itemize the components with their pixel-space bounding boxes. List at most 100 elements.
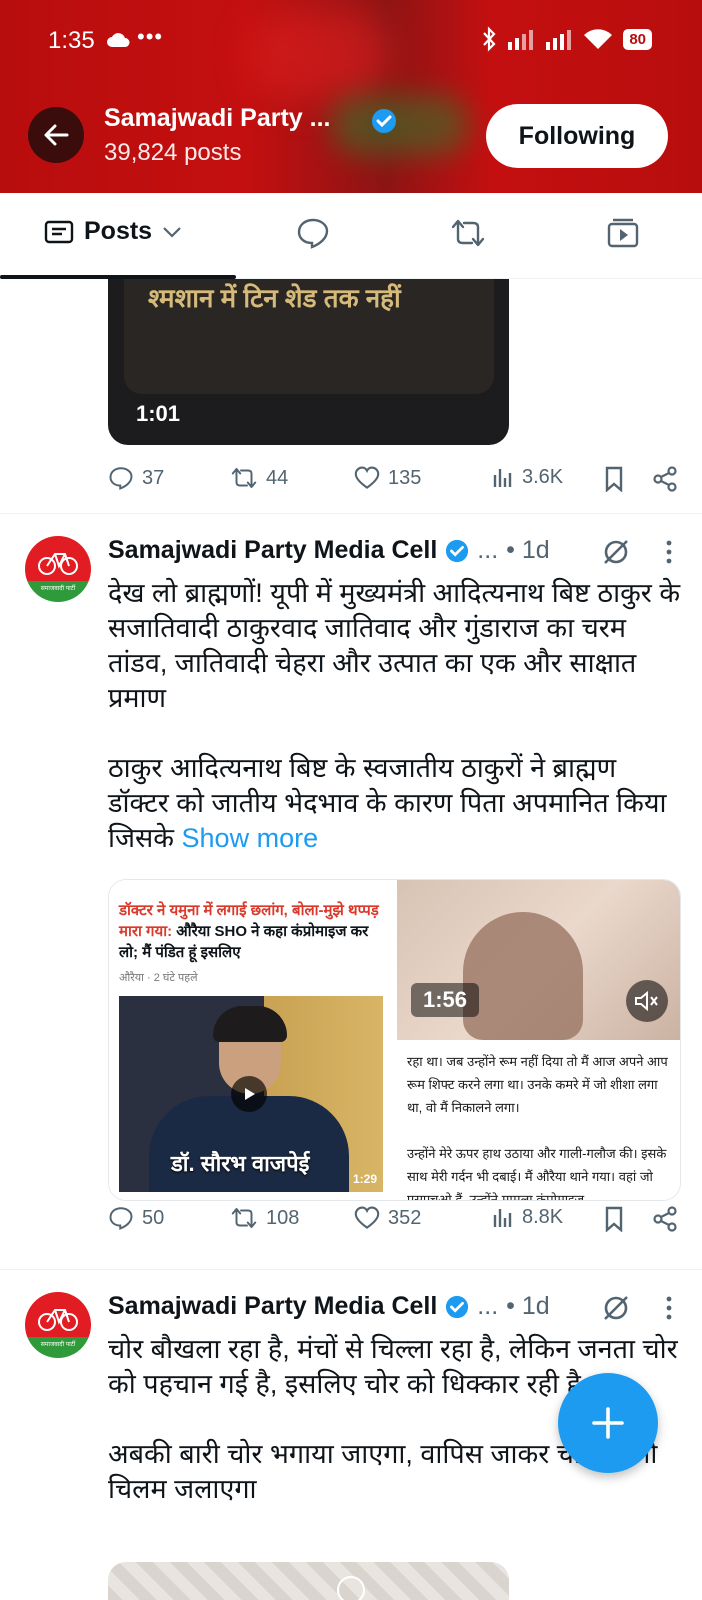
- compose-button[interactable]: [558, 1373, 658, 1473]
- like-button[interactable]: 352: [354, 1206, 421, 1230]
- doctor-hair: [213, 1006, 287, 1042]
- signal-icon-2: [546, 30, 572, 50]
- avatar[interactable]: समाजवादी पार्टी: [25, 536, 91, 602]
- heart-icon: [354, 1206, 380, 1229]
- tab-posts[interactable]: Posts: [44, 217, 182, 246]
- chevron-down-icon: [163, 226, 181, 238]
- repost-icon: [231, 468, 257, 488]
- grok-icon[interactable]: [602, 538, 630, 566]
- tweet-text-content: देख लो ब्राह्मणों! यूपी में मुख्यमंत्री …: [108, 578, 681, 853]
- reply-icon: [109, 467, 133, 490]
- video-duration: 1:56: [411, 983, 480, 1017]
- repost-button[interactable]: 108: [230, 1206, 299, 1230]
- header-banner-blur-green: [330, 95, 470, 155]
- bluetooth-icon: [483, 26, 496, 52]
- article-video-thumbnail[interactable]: डॉ. सौरभ वाजपेई 1:29: [119, 996, 383, 1192]
- cloud-icon: [107, 33, 130, 47]
- tweet-media-grid[interactable]: डॉक्टर ने यमुना में लगाई छलांग, बोला-मुझ…: [108, 879, 681, 1201]
- like-count: 135: [388, 466, 422, 489]
- video-person: [463, 912, 583, 1040]
- bookmark-icon[interactable]: [604, 466, 624, 492]
- tab-posts-label: Posts: [84, 217, 153, 245]
- grok-icon[interactable]: [602, 1294, 630, 1322]
- views-count: 3.6K: [522, 466, 564, 488]
- repost-count: 108: [266, 1206, 300, 1229]
- video-player[interactable]: श्मशान में टिन शेड तक नहीं 1:01: [108, 279, 509, 445]
- share-icon[interactable]: [652, 1206, 678, 1232]
- video-duration: 1:01: [136, 401, 181, 426]
- tweet-actions: 37 44 135 3.6K: [108, 462, 678, 496]
- views-button[interactable]: 8.8K: [492, 1206, 563, 1229]
- views-button[interactable]: 3.6K: [492, 466, 563, 489]
- avatar-label: समाजवादी पार्टी: [40, 1342, 76, 1348]
- tweet-handle-ellipsis: ...: [477, 1292, 499, 1320]
- tweet-divider: [0, 513, 702, 514]
- show-more-link[interactable]: Show more: [182, 823, 319, 853]
- tab-replies-icon[interactable]: [296, 217, 330, 249]
- post-count: 39,824 posts: [104, 139, 242, 166]
- tweet-media-partial[interactable]: [108, 1562, 509, 1600]
- tweet-header-actions: [602, 1294, 672, 1322]
- article-body-text: रहा था। जब उन्होंने रूम नहीं दिया तो मैं…: [407, 1054, 668, 1201]
- media-article-screenshot[interactable]: डॉक्टर ने यमुना में लगाई छलांग, बोला-मुझ…: [109, 880, 394, 1200]
- signal-icon: [508, 30, 534, 50]
- tweet-time: • 1d: [506, 536, 550, 564]
- heart-icon: [354, 466, 380, 489]
- posts-list-icon: [44, 220, 74, 243]
- thumbnail-duration: 1:29: [352, 1172, 377, 1186]
- scroll-handle: [337, 1576, 365, 1600]
- article-subline: औरैया · 2 घंटे पहले: [119, 972, 198, 984]
- tweet-divider: [0, 1269, 702, 1270]
- tweet-header-actions: [602, 538, 672, 566]
- views-chart-icon: [493, 1208, 512, 1227]
- back-button[interactable]: [28, 107, 84, 163]
- verified-badge-icon: [372, 109, 396, 133]
- article-headline: डॉक्टर ने यमुना में लगाई छलांग, बोला-मुझ…: [119, 900, 387, 963]
- tweet-actions: 50 108 352 8.8K: [108, 1202, 678, 1236]
- tweet-handle-ellipsis: ...: [477, 536, 499, 564]
- tab-reposts-icon[interactable]: [450, 217, 486, 249]
- video-caption: श्मशान में टिन शेड तक नहीं: [148, 283, 401, 313]
- arrow-left-icon: [44, 124, 69, 146]
- bookmark-icon[interactable]: [604, 1206, 624, 1232]
- profile-header: 1:35 ••• 80 Samajwadi Party ... 39,824 p…: [0, 0, 702, 193]
- profile-tabs: Posts: [0, 193, 702, 279]
- like-count: 352: [388, 1206, 422, 1229]
- like-button[interactable]: 135: [354, 466, 421, 490]
- bicycle-logo-icon: [38, 1309, 78, 1331]
- repost-icon: [231, 1208, 257, 1228]
- status-time: 1:35: [48, 27, 95, 54]
- views-count: 8.8K: [522, 1206, 564, 1228]
- media-video[interactable]: 1:56: [397, 880, 680, 1040]
- share-icon[interactable]: [652, 466, 678, 492]
- tweet-time: • 1d: [506, 1292, 550, 1320]
- avatar[interactable]: समाजवादी पार्टी: [25, 1292, 91, 1358]
- following-button[interactable]: Following: [486, 104, 668, 168]
- tab-media-icon[interactable]: [606, 217, 640, 249]
- thumbnail-caption: डॉ. सौरभ वाजपेई: [171, 1151, 310, 1176]
- more-options-icon[interactable]: [666, 1296, 672, 1320]
- plus-icon: [592, 1407, 624, 1439]
- bicycle-logo-icon: [38, 553, 78, 575]
- reply-count: 50: [142, 1206, 165, 1229]
- avatar-label: समाजवादी पार्टी: [40, 586, 76, 592]
- reply-button[interactable]: 50: [108, 1206, 164, 1230]
- repost-count: 44: [266, 466, 289, 489]
- play-icon: [245, 1088, 255, 1100]
- repost-button[interactable]: 44: [230, 466, 288, 490]
- wifi-icon: [584, 29, 613, 49]
- tweet-author-name[interactable]: Samajwadi Party Media Cell: [108, 1292, 437, 1321]
- more-options-icon[interactable]: [666, 540, 672, 564]
- reply-button[interactable]: 37: [108, 466, 164, 490]
- tweet-author-name[interactable]: Samajwadi Party Media Cell: [108, 536, 437, 565]
- play-button[interactable]: [231, 1076, 267, 1112]
- status-more-dots: •••: [137, 24, 164, 49]
- status-bar: 1:35 ••• 80: [0, 0, 702, 84]
- account-name: Samajwadi Party ...: [104, 104, 331, 132]
- verified-badge-icon: [446, 1295, 469, 1318]
- status-right-icons: 80: [481, 26, 652, 52]
- media-article-text[interactable]: रहा था। जब उन्होंने रूम नहीं दिया तो मैं…: [397, 1042, 680, 1201]
- mute-button[interactable]: [626, 980, 668, 1022]
- tweet-header: Samajwadi Party Media Cell ... • 1d: [108, 536, 550, 565]
- speaker-muted-icon: [635, 990, 658, 1012]
